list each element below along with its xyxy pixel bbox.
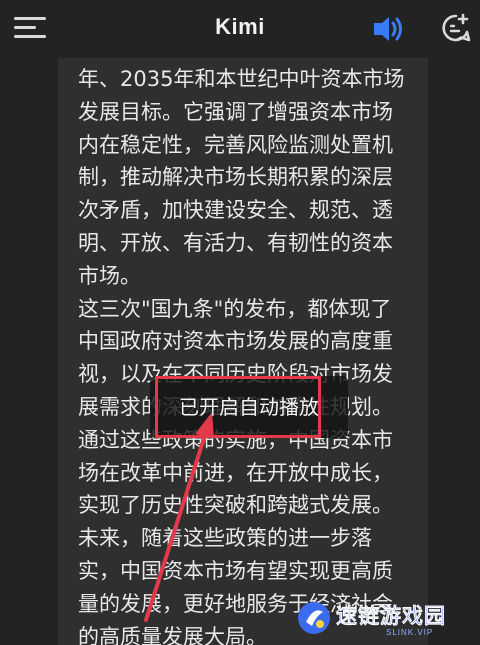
message-line: 实，中国资本市场有望实现更高质 bbox=[78, 558, 393, 583]
message-line: 次矛盾，加快建设安全、规范、透 bbox=[78, 198, 393, 223]
new-chat-icon[interactable] bbox=[440, 12, 472, 44]
message-line: 中国政府对资本市场发展的高度重 bbox=[78, 329, 393, 354]
site-watermark: 速链游戏园 SLINK.VIP bbox=[296, 598, 476, 642]
watermark-text: 速链游戏园 bbox=[336, 604, 446, 628]
assistant-message-text: 年、2035年和本世纪中叶资本市场 发展目标。它强调了增强资本市场 内在稳定性，… bbox=[78, 63, 418, 645]
message-line: 发展目标。它强调了增强资本市场 bbox=[78, 99, 393, 124]
message-line: 未来，随着这些政策的进一步落 bbox=[78, 526, 372, 551]
annotation-highlight-box bbox=[155, 376, 321, 438]
message-line: 场在改革中前进，在开放中成长， bbox=[78, 460, 393, 485]
watermark-logo-icon bbox=[298, 602, 330, 634]
message-line: 内在稳定性，完善风险监测处置机 bbox=[78, 132, 393, 157]
app-title: Kimi bbox=[215, 14, 265, 39]
speaker-icon[interactable] bbox=[370, 14, 406, 44]
message-line: 市场。 bbox=[78, 263, 141, 288]
watermark-subtext: SLINK.VIP bbox=[386, 628, 434, 637]
top-bar: Kimi bbox=[0, 0, 480, 58]
message-line: 这三次"国九条"的发布，都体现了 bbox=[78, 296, 392, 321]
message-line: 制，推动解决市场长期积累的深层 bbox=[78, 165, 393, 190]
message-line: 明、开放、有活力、有韧性的资本 bbox=[78, 230, 393, 255]
message-line: 年、2035年和本世纪中叶资本市场 bbox=[78, 67, 405, 91]
message-line: 实现了历史性突破和跨越式发展。 bbox=[78, 493, 393, 518]
